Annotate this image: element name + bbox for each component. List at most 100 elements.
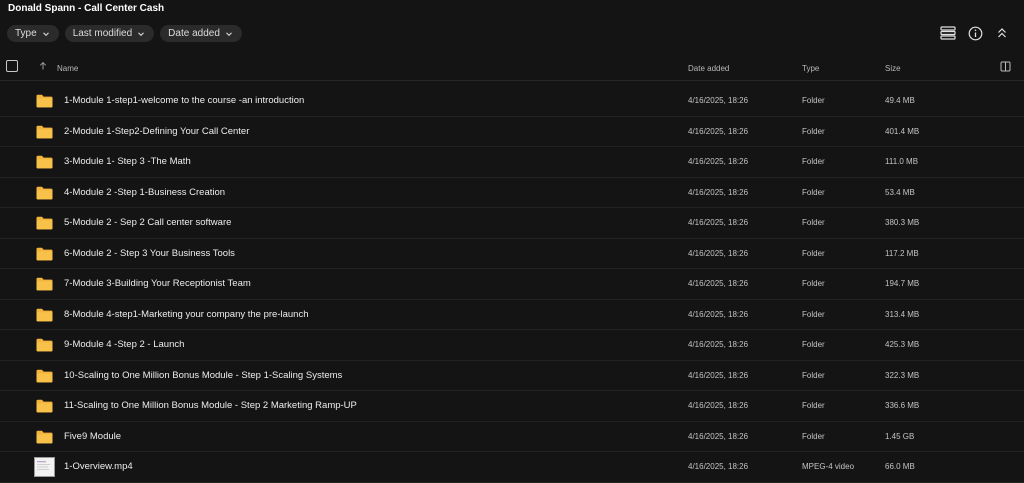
file-date-added: 4/16/2025, 18:26: [688, 462, 749, 471]
table-row[interactable]: Five9 Module 4/16/2025, 18:26 Folder 1.4…: [0, 422, 1024, 452]
window-title: Donald Spann - Call Center Cash: [8, 3, 165, 14]
file-size: 425.3 MB: [885, 340, 920, 349]
file-name: 7-Module 3-Building Your Receptionist Te…: [64, 278, 251, 289]
folder-icon: [36, 125, 53, 138]
file-type: MPEG-4 video: [802, 462, 855, 471]
file-size: 111.0 MB: [885, 157, 919, 166]
collapse-icon: [998, 28, 1006, 38]
file-size: 322.3 MB: [885, 370, 920, 380]
file-name: 11-Scaling to One Million Bonus Module -…: [64, 400, 357, 411]
file-type: Folder: [802, 187, 825, 197]
table-row[interactable]: 2-Module 1-Step2-Defining Your Call Cent…: [0, 117, 1024, 147]
folder-icon: [36, 186, 53, 199]
file-type: Folder: [802, 248, 825, 258]
file-type: Folder: [802, 309, 825, 319]
table-row[interactable]: 1-Overview.mp4 4/16/2025, 18:26 MPEG-4 v…: [0, 452, 1024, 483]
table-row[interactable]: 8-Module 4-step1-Marketing your company …: [0, 300, 1024, 330]
file-name: Five9 Module: [64, 430, 122, 442]
file-size: 66.0 MB: [885, 462, 915, 471]
chevron-down-icon: [226, 31, 232, 36]
file-name: 4-Module 2 -Step 1-Business Creation: [64, 186, 226, 198]
folder-icon: [36, 399, 53, 413]
file-name: 10-Scaling to One Million Bonus Module -…: [64, 369, 343, 381]
collapse-button[interactable]: [994, 25, 1010, 41]
folder-icon: [36, 308, 53, 321]
table-row[interactable]: 10-Scaling to One Million Bonus Module -…: [0, 361, 1024, 391]
file-date-added: 4/16/2025, 18:26: [688, 157, 749, 166]
file-name: 2-Module 1-Step2-Defining Your Call Cent…: [64, 125, 250, 137]
video-preview-icon: [37, 461, 50, 470]
info-button[interactable]: [967, 25, 983, 41]
column-settings-icon[interactable]: [1000, 61, 1011, 72]
file-size: 53.4 MB: [885, 187, 915, 197]
table-row[interactable]: 5-Module 2 - Sep 2 Call center software …: [0, 208, 1024, 239]
file-name: 3-Module 1- Step 3 -The Math: [64, 156, 191, 167]
file-size: 117.2 MB: [885, 248, 919, 258]
folder-icon: [36, 277, 53, 291]
file-size: 194.7 MB: [885, 279, 920, 288]
file-type: Folder: [802, 157, 825, 166]
file-type: Folder: [802, 126, 825, 136]
filter-last-modified[interactable]: Last modified: [64, 25, 155, 42]
table-header: Name Date added Type Size: [0, 58, 1024, 81]
column-header-date-added[interactable]: Date added: [688, 64, 729, 73]
folder-icon: [36, 247, 53, 260]
column-header-name[interactable]: Name: [57, 64, 78, 73]
toolbar-right: [940, 25, 1010, 41]
file-name: 8-Module 4-step1-Marketing your company …: [64, 308, 309, 320]
folder-icon: [36, 369, 53, 382]
file-name: 1-Module 1-step1-welcome to the course -…: [64, 95, 305, 106]
sort-ascending-icon[interactable]: [38, 61, 48, 71]
table-row[interactable]: 7-Module 3-Building Your Receptionist Te…: [0, 269, 1024, 300]
file-size: 336.6 MB: [885, 401, 920, 410]
file-list: 1-Module 1-step1-welcome to the course -…: [0, 86, 1024, 483]
file-name: 9-Module 4 -Step 2 - Launch: [64, 339, 185, 350]
column-header-size[interactable]: Size: [885, 64, 901, 73]
file-type: Folder: [802, 401, 825, 410]
table-row[interactable]: 1-Module 1-step1-welcome to the course -…: [0, 86, 1024, 117]
filter-date-added[interactable]: Date added: [160, 25, 242, 42]
file-size: 1.45 GB: [885, 431, 915, 441]
file-date-added: 4/16/2025, 18:26: [688, 187, 749, 197]
filter-type-label: Type: [15, 28, 37, 39]
info-icon: [968, 26, 982, 40]
table-row[interactable]: 4-Module 2 -Step 1-Business Creation 4/1…: [0, 178, 1024, 208]
file-date-added: 4/16/2025, 18:26: [688, 401, 749, 410]
column-header-type[interactable]: Type: [802, 64, 819, 73]
file-size: 313.4 MB: [885, 309, 920, 319]
file-type: Folder: [802, 218, 825, 227]
list-view-icon: [940, 26, 956, 40]
video-thumbnail: [34, 457, 55, 477]
folder-icon: [36, 155, 53, 169]
file-date-added: 4/16/2025, 18:26: [688, 126, 749, 136]
table-row[interactable]: 9-Module 4 -Step 2 - Launch 4/16/2025, 1…: [0, 330, 1024, 361]
folder-icon: [36, 216, 53, 230]
table-row[interactable]: 6-Module 2 - Step 3 Your Business Tools …: [0, 239, 1024, 269]
file-date-added: 4/16/2025, 18:26: [688, 370, 749, 380]
file-date-added: 4/16/2025, 18:26: [688, 340, 749, 349]
table-row[interactable]: 11-Scaling to One Million Bonus Module -…: [0, 391, 1024, 422]
file-name: 1-Overview.mp4: [64, 461, 133, 472]
file-name: 6-Module 2 - Step 3 Your Business Tools: [64, 247, 235, 259]
filter-bar: Type Last modified Date added: [7, 25, 242, 42]
file-date-added: 4/16/2025, 18:26: [688, 248, 749, 258]
table-row[interactable]: 3-Module 1- Step 3 -The Math 4/16/2025, …: [0, 147, 1024, 178]
file-type: Folder: [802, 340, 825, 349]
file-size: 380.3 MB: [885, 218, 920, 227]
file-type: Folder: [802, 96, 825, 105]
chevron-down-icon: [42, 31, 49, 36]
filter-date-added-label: Date added: [168, 28, 220, 39]
list-view-button[interactable]: [940, 25, 956, 41]
folder-icon: [36, 94, 53, 108]
folder-icon: [36, 430, 53, 443]
filter-last-modified-label: Last modified: [72, 28, 133, 39]
file-name: 5-Module 2 - Sep 2 Call center software: [64, 217, 232, 228]
file-date-added: 4/16/2025, 18:26: [688, 218, 749, 227]
select-all-checkbox[interactable]: [6, 60, 18, 72]
file-size: 401.4 MB: [885, 126, 920, 136]
file-type: Folder: [802, 431, 825, 441]
file-date-added: 4/16/2025, 18:26: [688, 309, 749, 319]
filter-type[interactable]: Type: [7, 25, 59, 42]
file-size: 49.4 MB: [885, 96, 915, 105]
folder-icon: [36, 338, 53, 352]
